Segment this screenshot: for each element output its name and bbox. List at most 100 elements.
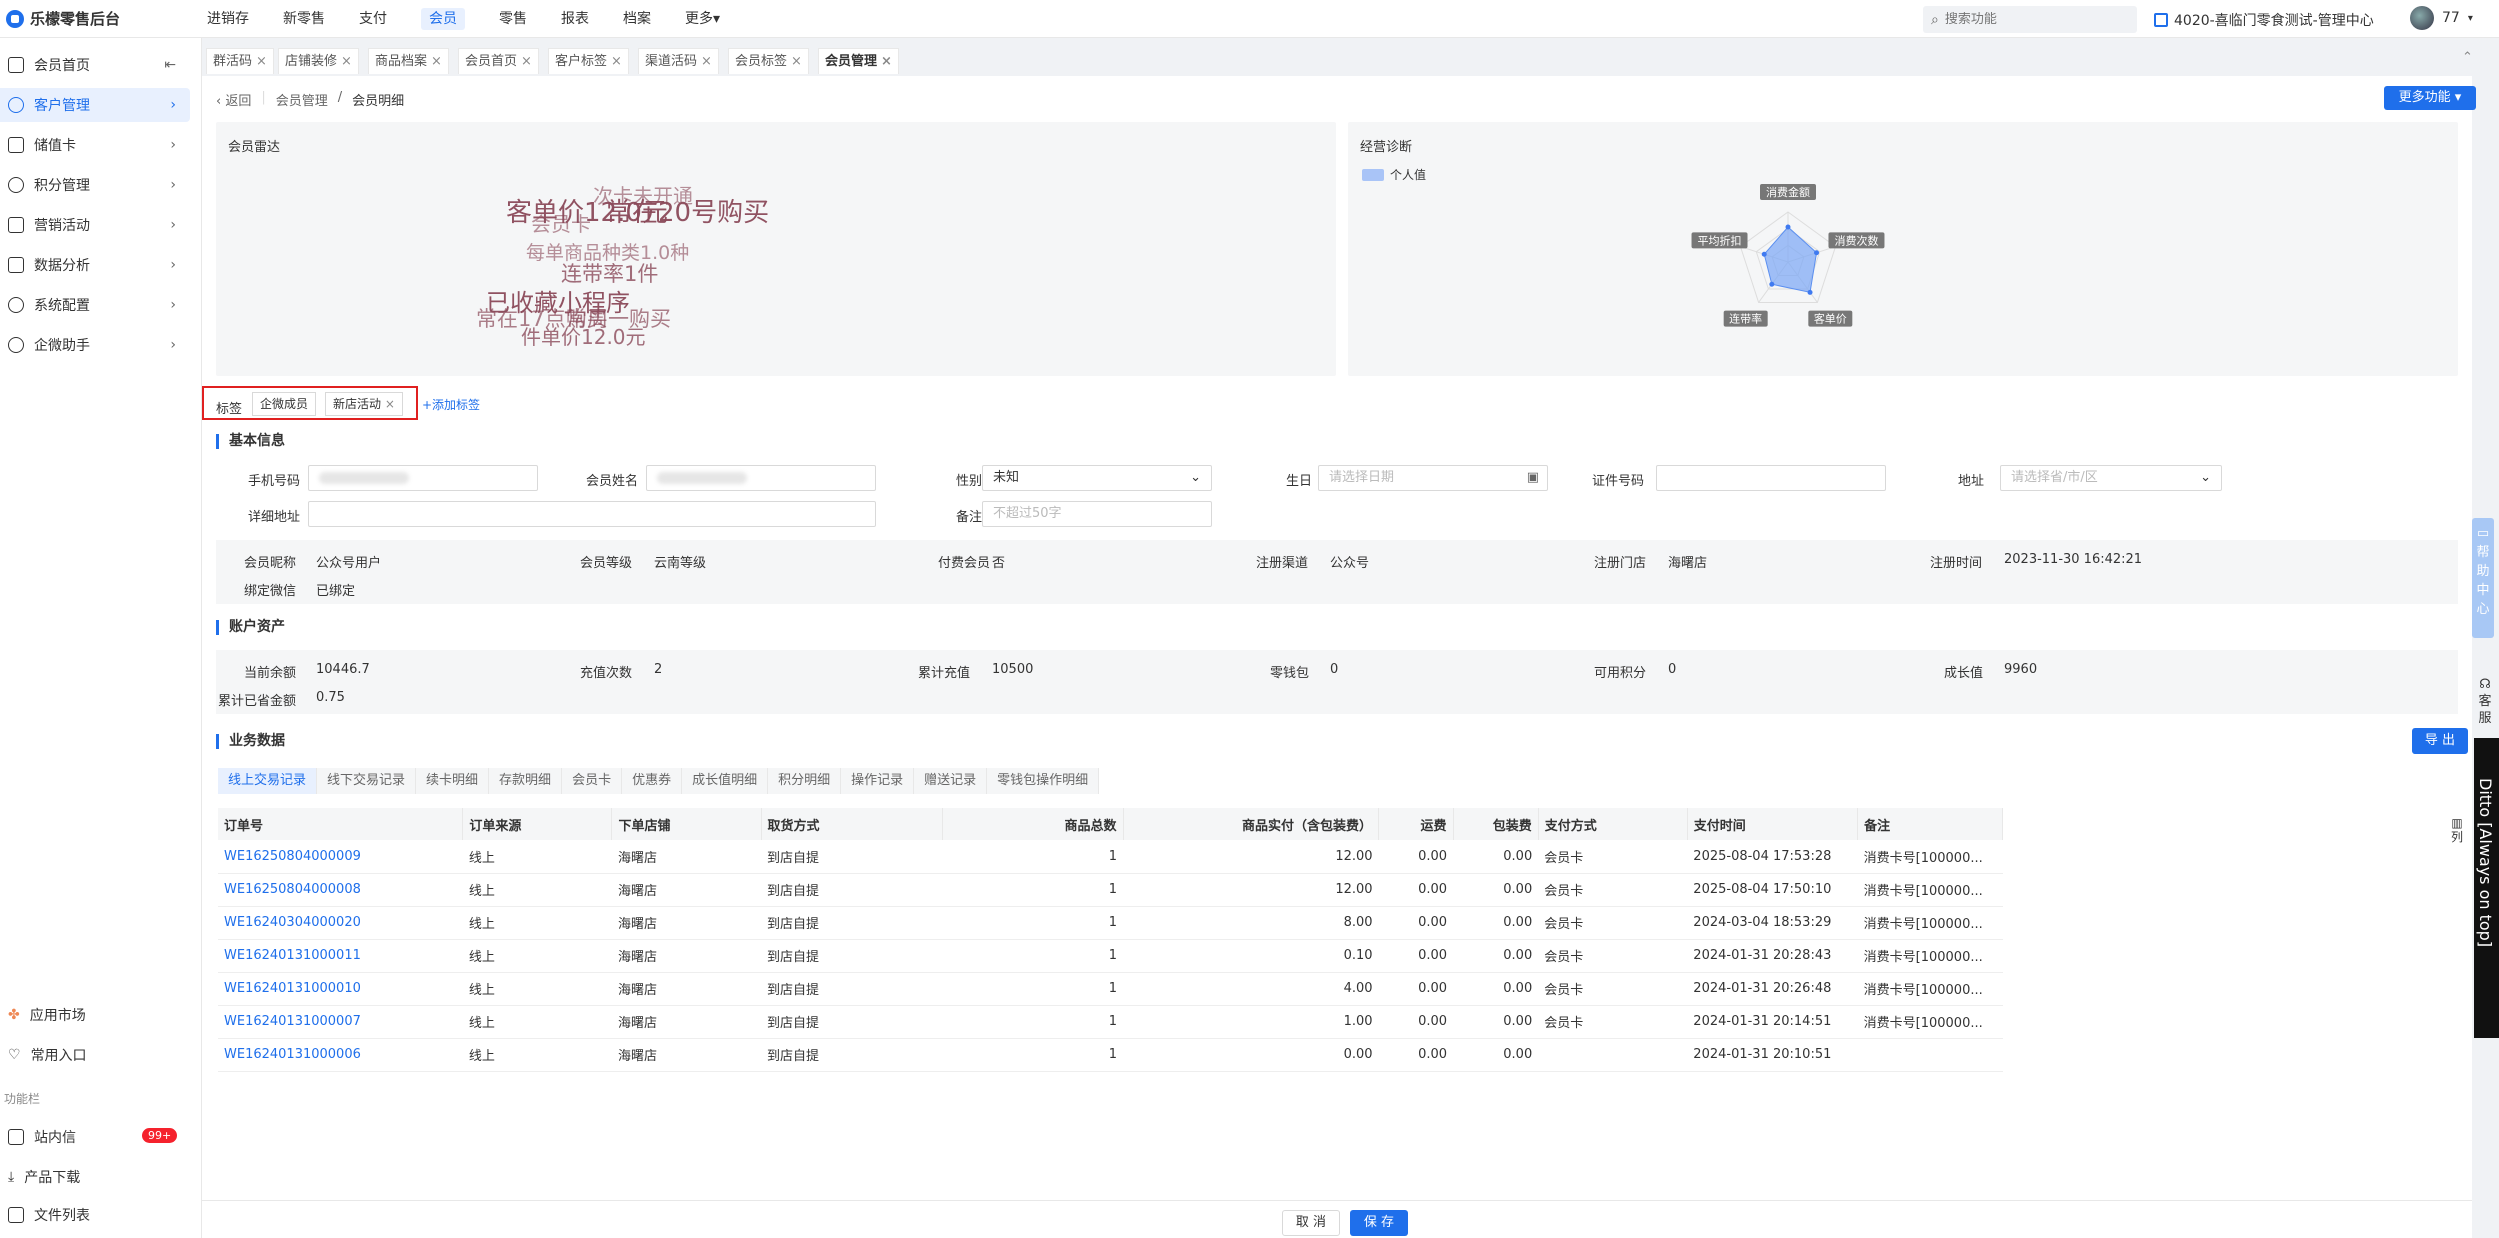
- tab-label: 群活码: [213, 54, 253, 69]
- customer-service-button[interactable]: ☊ 客服: [2474, 676, 2496, 727]
- nav-item-6[interactable]: 档案: [606, 0, 668, 38]
- phone-input[interactable]: [308, 465, 538, 491]
- help-center-button[interactable]: ▭ 帮助中心: [2472, 518, 2494, 638]
- tag-wecom-member[interactable]: 企微成员: [252, 392, 317, 416]
- back-label: 返回: [225, 94, 252, 109]
- close-icon[interactable]: ×: [521, 54, 532, 69]
- subtab-10[interactable]: 零钱包操作明细: [987, 768, 1100, 794]
- tag-new-store-activity[interactable]: 新店活动 ×: [325, 392, 403, 416]
- tab-member-manage[interactable]: 会员管理 ×: [818, 48, 899, 74]
- add-tag-link[interactable]: +添加标签: [422, 396, 480, 413]
- sidebar-item-downloads[interactable]: ⤓ 产品下载: [0, 1160, 190, 1194]
- subtab-0[interactable]: 线上交易记录: [218, 768, 318, 794]
- tab-store-decor[interactable]: 店铺装修 ×: [278, 48, 359, 74]
- user-menu[interactable]: 77 ▾: [2410, 6, 2473, 30]
- subtab-7[interactable]: 积分明细: [768, 768, 842, 794]
- tab-member-tags[interactable]: 会员标签 ×: [728, 48, 809, 74]
- tab-product-archive[interactable]: 商品档案 ×: [368, 48, 449, 74]
- member-name-input[interactable]: [646, 465, 876, 491]
- table-cell: 1.00: [1123, 1005, 1379, 1039]
- member-radar-title: 会员雷达: [228, 140, 281, 155]
- gift-icon: [8, 217, 24, 233]
- column-header: 备注: [1857, 808, 2003, 840]
- table-cell: WE16250804000009: [218, 840, 463, 874]
- subtab-6[interactable]: 成长值明细: [682, 768, 769, 794]
- save-button[interactable]: 保 存: [1350, 1210, 1408, 1236]
- id-number-input[interactable]: [1656, 465, 1886, 491]
- subtab-5[interactable]: 优惠券: [622, 768, 683, 794]
- order-link[interactable]: WE16240131000010: [224, 981, 361, 996]
- nav-item-2[interactable]: 支付: [342, 0, 404, 38]
- table-cell: 海曙店: [611, 906, 761, 940]
- tab-channel-code[interactable]: 渠道活码 ×: [638, 48, 719, 74]
- more-functions-button[interactable]: 更多功能 ▾: [2384, 86, 2476, 110]
- sidebar-item-stored-card[interactable]: 储值卡 ›: [0, 128, 190, 162]
- sidebar-item-files[interactable]: 文件列表: [0, 1198, 190, 1232]
- nav-item-5[interactable]: 报表: [544, 0, 606, 38]
- sidebar-item-favorites[interactable]: ♡ 常用入口: [0, 1038, 190, 1072]
- table-cell: 2024-01-31 20:28:43: [1687, 939, 1858, 973]
- column-header: 包装费: [1453, 808, 1539, 840]
- subtab-8[interactable]: 操作记录: [841, 768, 915, 794]
- sidebar-item-messages[interactable]: 站内信 99+: [0, 1120, 190, 1154]
- nav-item-7[interactable]: 更多▾: [668, 0, 737, 38]
- nav-item-1[interactable]: 新零售: [266, 0, 342, 38]
- back-link[interactable]: ‹ 返回: [216, 90, 251, 109]
- remark-input[interactable]: 不超过50字: [982, 501, 1212, 527]
- nav-item-3[interactable]: 会员: [404, 0, 482, 38]
- cancel-button[interactable]: 取 消: [1282, 1210, 1340, 1236]
- order-link[interactable]: WE16240131000006: [224, 1047, 361, 1062]
- table-row: WE16240304000020 线上 海曙店 到店自提 1 8.00 0.00 0.00 会员…: [218, 906, 2003, 940]
- table-cell: 0.10: [1123, 939, 1379, 973]
- sidebar-item-settings[interactable]: 系统配置 ›: [0, 288, 190, 322]
- breadcrumb-parent[interactable]: 会员管理: [276, 90, 328, 109]
- subtab-9[interactable]: 赠送记录: [914, 768, 988, 794]
- gender-select[interactable]: 未知 ⌄: [982, 465, 1212, 491]
- order-link[interactable]: WE16240131000011: [224, 948, 361, 963]
- subtab-2[interactable]: 续卡明细: [416, 768, 490, 794]
- sidebar-item-member-home[interactable]: 会员首页 ⇤: [0, 48, 190, 82]
- radar-axis-label: 连带率: [1723, 310, 1768, 327]
- close-icon[interactable]: ×: [431, 54, 442, 69]
- search-box[interactable]: ⌕: [1923, 6, 2137, 33]
- sidebar-item-analysis[interactable]: 数据分析 ›: [0, 248, 190, 282]
- birthday-picker[interactable]: 请选择日期 ▣: [1318, 465, 1548, 491]
- detail-address-input[interactable]: [308, 501, 876, 527]
- subtab-3[interactable]: 存款明细: [489, 768, 563, 794]
- more-functions-label: 更多功能: [2398, 90, 2451, 105]
- store-selector[interactable]: 4020-喜临门零食测试-管理中心: [2154, 10, 2374, 30]
- column-settings[interactable]: ▥ 列: [2450, 816, 2464, 844]
- search-input[interactable]: [1944, 12, 2115, 27]
- close-icon[interactable]: ×: [385, 397, 395, 411]
- order-link[interactable]: WE16250804000009: [224, 849, 361, 864]
- nav-item-0[interactable]: 进销存: [190, 0, 266, 38]
- chevron-up-icon[interactable]: ⌃: [2462, 50, 2473, 65]
- close-icon[interactable]: ×: [256, 54, 267, 69]
- close-icon[interactable]: ×: [701, 54, 712, 69]
- close-icon[interactable]: ×: [611, 54, 622, 69]
- address-select[interactable]: 请选择省/市/区 ⌄: [2000, 465, 2222, 491]
- tab-group-code[interactable]: 群活码 ×: [206, 48, 274, 74]
- app-logo[interactable]: 乐檬零售后台: [6, 8, 120, 29]
- close-icon[interactable]: ×: [881, 54, 892, 69]
- close-icon[interactable]: ×: [791, 54, 802, 69]
- order-link[interactable]: WE16240304000020: [224, 915, 361, 930]
- table-cell: 2024-01-31 20:26:48: [1687, 972, 1858, 1006]
- sidebar-item-marketing[interactable]: 营销活动 ›: [0, 208, 190, 242]
- sidebar-item-app-market[interactable]: ✤ 应用市场: [0, 998, 190, 1032]
- sidebar-item-points[interactable]: 积分管理 ›: [0, 168, 190, 202]
- tab-member-home[interactable]: 会员首页 ×: [458, 48, 539, 74]
- order-link[interactable]: WE16250804000008: [224, 882, 361, 897]
- tab-customer-tags[interactable]: 客户标签 ×: [548, 48, 629, 74]
- collapse-sidebar-icon[interactable]: ⇤: [164, 57, 176, 73]
- subtab-4[interactable]: 会员卡: [562, 768, 623, 794]
- sidebar-item-wecom[interactable]: 企微助手 ›: [0, 328, 190, 362]
- close-icon[interactable]: ×: [341, 54, 352, 69]
- subtab-1[interactable]: 线下交易记录: [317, 768, 417, 794]
- export-button[interactable]: 导 出: [2412, 728, 2468, 754]
- nav-item-4[interactable]: 零售: [482, 0, 544, 38]
- sidebar-item-customer[interactable]: 客户管理 ›: [0, 88, 190, 122]
- order-link[interactable]: WE16240131000007: [224, 1014, 361, 1029]
- radar-legend: 个人值: [1362, 166, 1426, 183]
- nav-item-label: 支付: [359, 11, 387, 27]
